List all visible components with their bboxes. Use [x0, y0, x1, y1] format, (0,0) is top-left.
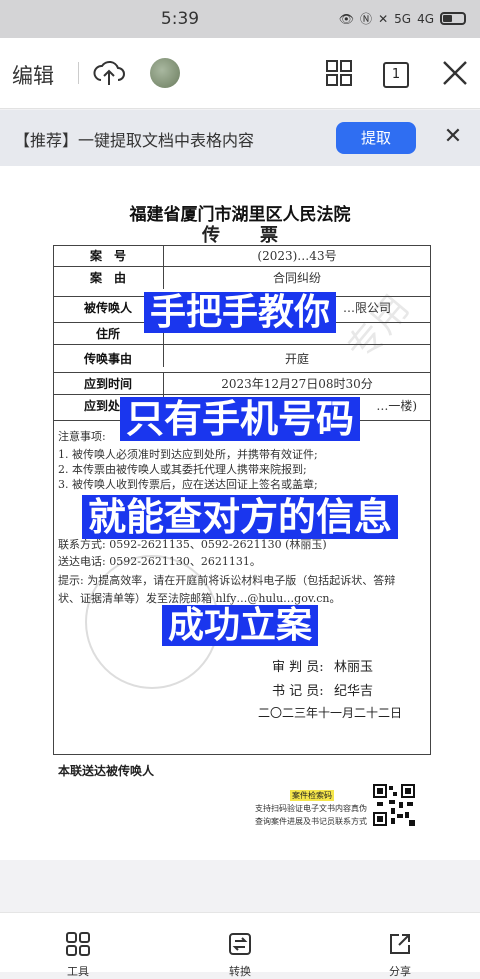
qr-caption: 支持扫码验证电子文书内容真伪: [255, 804, 367, 813]
battery-icon: [440, 12, 466, 25]
edit-button[interactable]: 编辑: [12, 60, 54, 90]
signal-4g-icon: 4G: [417, 11, 434, 26]
status-time: 5:39: [160, 9, 200, 29]
convert-label: 转换: [229, 965, 251, 978]
document-date: 二〇二三年十一月二十二日: [258, 706, 403, 720]
convert-button[interactable]: 转换: [220, 931, 260, 978]
banner-text: 【推荐】一键提取文档中表格内容: [14, 131, 255, 150]
status-icons: 👁 Ⓝ ✕ 5G 4G: [339, 10, 466, 27]
signal-5g-icon: 5G: [394, 11, 412, 26]
overlay-text: 成功立案: [161, 605, 318, 646]
avatar[interactable]: [150, 58, 180, 88]
overlay-line-1: 手把手教你: [0, 283, 480, 335]
overlay-text: 就能查对方的信息: [81, 495, 398, 539]
row-value: (2023)…43号: [257, 249, 337, 263]
notes-line: 提示: 为提高效率，请在开庭前将诉讼材料电子版（包括起诉状、答辩: [58, 574, 396, 587]
recommend-banner: 【推荐】一键提取文档中表格内容 提取 ✕: [0, 110, 480, 166]
notes-line: 1. 被传唤人必须准时到达应到处所，并携带有效证件;: [58, 448, 318, 461]
table-row: 案 号 (2023)…43号: [53, 245, 431, 267]
delivery-note: 本联送达被传唤人: [58, 764, 155, 778]
clerk-name: 纪华吉: [334, 684, 374, 699]
overlay-line-4: 成功立案: [0, 596, 480, 648]
table-row: 传唤事由 开庭: [53, 345, 431, 373]
overlay-text: 只有手机号码: [119, 397, 360, 441]
overlay-line-3: 就能查对方的信息: [0, 486, 480, 541]
convert-icon: [229, 933, 251, 955]
qr-code-icon[interactable]: [373, 784, 415, 826]
doc-type: 传票: [202, 225, 318, 246]
row-label: 传唤事由: [53, 345, 164, 367]
judge-name: 林丽玉: [334, 660, 374, 675]
banner-close-icon[interactable]: ✕: [440, 124, 466, 150]
grid-icon[interactable]: [326, 60, 352, 86]
clerk-label: 书 记 员:: [272, 684, 324, 699]
tools-label: 工具: [67, 965, 89, 978]
share-button[interactable]: 分享: [380, 931, 420, 978]
notes-line: 送达电话: 0592-2621130、2621131。: [58, 555, 261, 568]
share-label: 分享: [389, 965, 411, 978]
close-icon[interactable]: [442, 60, 468, 86]
qr-tag: 案件检索码: [290, 790, 334, 801]
judge-label: 审 判 员:: [272, 660, 324, 675]
notes-line: 2. 本传票由被传唤人或其委托代理人携带来院报到;: [58, 463, 307, 476]
nfc-icon: Ⓝ: [360, 12, 373, 26]
toolbar-divider: [78, 62, 79, 84]
mute-icon: ✕: [378, 11, 389, 26]
row-value: 开庭: [284, 352, 309, 366]
bottom-toolbar: 工具 转换 分享: [0, 912, 480, 978]
share-icon: [390, 934, 410, 954]
row-label: 案 号: [53, 245, 164, 267]
eye-icon: 👁: [338, 11, 355, 26]
tools-button[interactable]: 工具: [58, 931, 98, 978]
cloud-upload-icon[interactable]: [92, 58, 126, 88]
overlay-text: 手把手教你: [143, 292, 336, 333]
page-count-badge[interactable]: 1: [383, 62, 409, 88]
qr-caption: 查询案件进展及书记员联系方式: [255, 817, 367, 826]
status-bar: 5:39 👁 Ⓝ ✕ 5G 4G: [0, 0, 480, 38]
extract-button[interactable]: 提取: [336, 122, 416, 154]
overlay-line-2: 只有手机号码: [0, 388, 480, 443]
apps-icon: [66, 932, 90, 956]
